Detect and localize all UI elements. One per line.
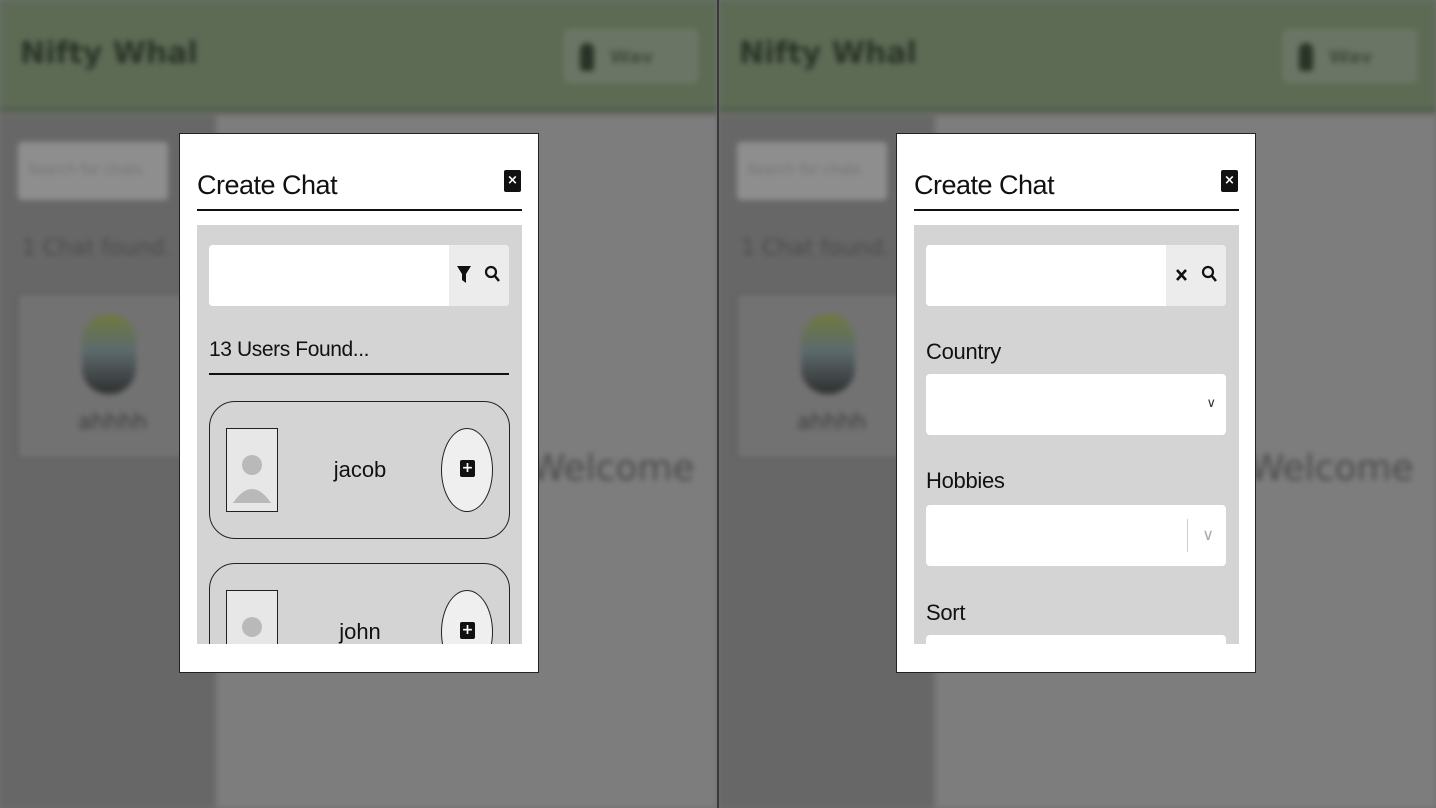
chevron-down-icon: ∨ <box>1206 396 1216 411</box>
avatar-placeholder-icon <box>226 590 278 644</box>
user-icon <box>580 43 594 71</box>
user-search-input[interactable] <box>926 245 1166 306</box>
search-buttons <box>1166 245 1226 306</box>
hobbies-label: Hobbies <box>926 468 1005 493</box>
modal-title: Create Chat <box>914 170 1055 200</box>
chats-found-label: 1 Chat found. <box>22 236 172 261</box>
chat-search-placeholder: Search for chats <box>28 162 143 178</box>
chat-avatar <box>801 314 855 394</box>
hobbies-select[interactable]: ∨ <box>926 505 1226 566</box>
user-badge[interactable]: Wav <box>565 30 697 82</box>
sort-label: Sort <box>926 600 966 625</box>
avatar-placeholder-icon <box>226 428 278 512</box>
chat-card-name: ahhhh <box>797 410 867 435</box>
app-logo: Nifty Whal <box>20 36 198 71</box>
welcome-text: Welcome <box>1249 448 1414 489</box>
user-badge-label: Wav <box>1329 47 1373 68</box>
create-chat-modal: Create Chat × Country ∨ Hobbies ∨ Sort <box>896 133 1256 673</box>
filter-panel: Country ∨ Hobbies ∨ Sort <box>914 225 1239 644</box>
app-logo: Nifty Whal <box>739 36 917 71</box>
close-button[interactable]: × <box>504 170 521 192</box>
plus-icon: + <box>460 622 475 639</box>
country-label: Country <box>926 339 1001 364</box>
modal-panel: 13 Users Found... jacob + john + <box>197 225 522 644</box>
left-screenshot: Nifty Whal Wav Search for chats 1 Chat f… <box>0 0 717 808</box>
chevron-down-icon: ∨ <box>1202 525 1214 544</box>
user-name: john <box>339 619 381 644</box>
search-buttons <box>449 245 509 306</box>
select-separator <box>1187 519 1188 552</box>
filter-icon[interactable] <box>455 260 475 290</box>
right-screenshot: Nifty Whal Wav Search for chats 1 Chat f… <box>719 0 1436 808</box>
country-select[interactable]: ∨ <box>926 374 1226 435</box>
user-search-input[interactable] <box>209 245 449 306</box>
app-header: Nifty Whal Wav <box>0 0 717 112</box>
sort-select[interactable] <box>926 635 1226 644</box>
user-card: john + <box>209 563 510 644</box>
add-user-button[interactable]: + <box>441 590 493 644</box>
user-search-bar <box>209 245 509 306</box>
found-divider <box>209 373 509 375</box>
chat-search-placeholder: Search for chats <box>747 162 862 178</box>
welcome-text: Welcome <box>530 448 695 489</box>
plus-icon: + <box>460 460 475 477</box>
search-icon[interactable] <box>1200 260 1220 290</box>
user-card: jacob + <box>209 401 510 539</box>
title-divider <box>197 209 522 211</box>
close-icon[interactable] <box>1172 260 1192 290</box>
user-name: jacob <box>333 457 387 482</box>
users-found-label: 13 Users Found... <box>209 338 370 361</box>
title-divider <box>914 209 1239 211</box>
app-header: Nifty Whal Wav <box>719 0 1436 112</box>
user-badge-label: Wav <box>610 47 654 68</box>
user-icon <box>1299 43 1313 71</box>
close-button[interactable]: × <box>1221 170 1238 192</box>
chat-card-name: ahhhh <box>78 410 148 435</box>
add-user-button[interactable]: + <box>441 428 493 512</box>
search-icon[interactable] <box>483 260 503 290</box>
modal-title: Create Chat <box>197 170 338 200</box>
chats-found-label: 1 Chat found. <box>741 236 891 261</box>
chat-avatar <box>82 314 136 394</box>
user-badge[interactable]: Wav <box>1284 30 1416 82</box>
create-chat-modal: Create Chat × 13 Users Found... jacob + … <box>179 133 539 673</box>
user-search-bar <box>926 245 1226 306</box>
